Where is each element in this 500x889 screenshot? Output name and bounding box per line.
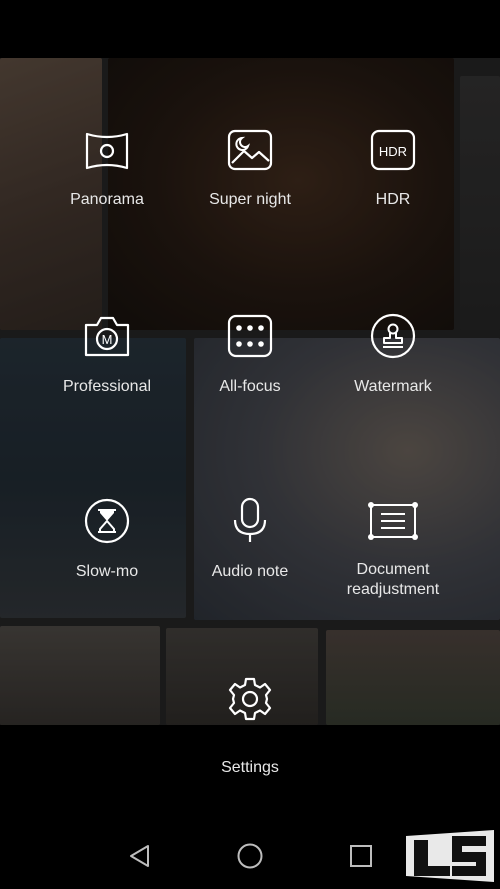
mode-slow-mo[interactable]: Slow-mo	[32, 498, 182, 582]
mode-label: All-focus	[219, 378, 281, 395]
mode-label: Professional	[62, 378, 152, 395]
back-icon	[130, 845, 149, 867]
site-logo	[406, 830, 494, 882]
professional-icon-text: M	[102, 332, 113, 347]
settings-button[interactable]: Settings	[175, 675, 325, 777]
mode-label: Super night	[209, 191, 291, 208]
panorama-icon	[85, 132, 129, 170]
settings-label: Settings	[221, 759, 279, 776]
mode-super-night[interactable]: Super night	[175, 128, 325, 210]
mode-label: Document readjustment	[346, 561, 440, 598]
all-focus-icon	[227, 314, 273, 358]
mode-label: Audio note	[211, 563, 289, 580]
hourglass-icon	[84, 498, 130, 544]
gear-icon	[228, 677, 272, 721]
mode-hdr[interactable]: HDR HDR	[318, 128, 468, 210]
back-button[interactable]	[118, 834, 162, 878]
mode-watermark[interactable]: Watermark	[318, 313, 468, 397]
professional-camera-icon: M	[84, 316, 130, 357]
mode-professional[interactable]: M Professional	[32, 313, 182, 397]
mode-label: Panorama	[70, 191, 144, 208]
recents-button[interactable]	[339, 834, 383, 878]
home-icon	[237, 843, 263, 869]
mode-document-readjustment[interactable]: Document readjustment	[318, 500, 468, 600]
mode-panorama[interactable]: Panorama	[32, 130, 182, 210]
microphone-icon	[233, 497, 267, 542]
mode-label: Watermark	[354, 378, 432, 395]
home-button[interactable]	[228, 834, 272, 878]
hdr-icon-text: HDR	[379, 144, 407, 159]
watermark-stamp-icon	[370, 313, 416, 359]
mode-audio-note[interactable]: Audio note	[175, 496, 325, 582]
mode-label: Slow-mo	[75, 563, 139, 580]
super-night-icon	[227, 129, 273, 171]
hdr-icon: HDR	[370, 129, 416, 171]
mode-label: HDR	[375, 191, 411, 208]
mode-all-focus[interactable]: All-focus	[175, 313, 325, 397]
document-readjust-icon	[368, 502, 418, 540]
status-bar	[0, 0, 500, 58]
recents-icon	[350, 845, 372, 867]
